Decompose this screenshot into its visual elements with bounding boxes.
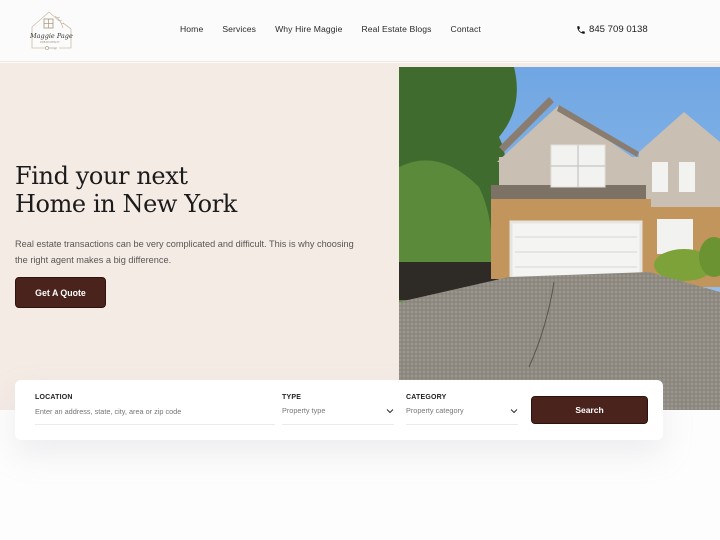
category-underline	[406, 424, 518, 425]
site-header: Maggie Page DREAM REALTY Home Services W…	[0, 0, 720, 62]
chevron-down-icon	[386, 408, 394, 413]
nav-item-contact[interactable]: Contact	[451, 24, 481, 34]
svg-text:Maggie Page: Maggie Page	[29, 32, 73, 40]
main-nav: Home Services Why Hire Maggie Real Estat…	[170, 24, 500, 34]
nav-item-real-estate-blogs[interactable]: Real Estate Blogs	[362, 24, 432, 34]
hero-title-line-2: Home in New York	[15, 190, 237, 218]
hero-description: Real estate transactions can be very com…	[15, 239, 354, 265]
hero-house-image	[399, 67, 720, 410]
hero-title: Find your next Home in New York	[15, 162, 237, 218]
chevron-down-icon	[510, 408, 518, 413]
nav-item-why-hire-maggie[interactable]: Why Hire Maggie	[275, 24, 342, 34]
nav-item-home[interactable]: Home	[180, 24, 203, 34]
house-photo-illustration	[399, 67, 720, 410]
logo[interactable]: Maggie Page DREAM REALTY	[27, 8, 77, 54]
search-button[interactable]: Search	[531, 396, 648, 424]
nav-item-services[interactable]: Services	[222, 24, 256, 34]
location-underline	[35, 424, 275, 425]
category-select[interactable]: Property category	[406, 406, 518, 415]
location-input[interactable]	[35, 407, 275, 416]
category-field[interactable]: CATEGORY Property category	[406, 394, 518, 425]
phone-icon	[577, 25, 585, 34]
phone-number: 845 709 0138	[589, 24, 648, 35]
type-field[interactable]: TYPE Property type	[282, 394, 394, 425]
category-label: CATEGORY	[406, 394, 447, 401]
phone-contact[interactable]: 845 709 0138	[576, 24, 648, 35]
hero-title-line-1: Find your next	[15, 162, 188, 190]
location-label: LOCATION	[35, 394, 73, 401]
property-search-form: LOCATION TYPE Property type CATEGORY Pro…	[15, 380, 663, 440]
type-select[interactable]: Property type	[282, 406, 394, 415]
location-field: LOCATION	[35, 394, 275, 425]
type-select-value: Property type	[282, 406, 326, 415]
svg-text:DREAM REALTY: DREAM REALTY	[40, 40, 60, 44]
house-logo-icon: Maggie Page DREAM REALTY	[29, 11, 73, 50]
get-a-quote-button[interactable]: Get A Quote	[15, 277, 106, 308]
type-underline	[282, 424, 394, 425]
category-select-value: Property category	[406, 406, 464, 415]
type-label: TYPE	[282, 394, 302, 401]
